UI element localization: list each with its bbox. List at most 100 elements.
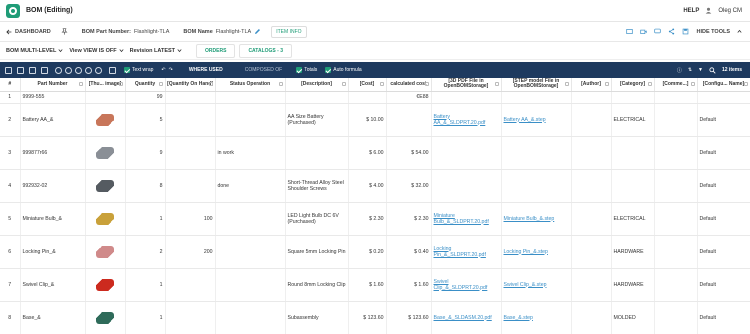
cell-num[interactable]: 5 <box>0 202 21 236</box>
cell-onhand[interactable] <box>165 136 216 170</box>
cell-part[interactable]: Locking Pin_& <box>20 235 86 269</box>
format-icon[interactable] <box>109 66 116 74</box>
cell-value[interactable]: Miniature Bulb_&.step <box>504 216 555 222</box>
cell-calc[interactable]: $ 1.60 <box>386 268 432 302</box>
cell-calc[interactable]: $ 0.40 <box>386 235 432 269</box>
filter-icon[interactable]: ▼ <box>698 67 703 73</box>
cell-part[interactable]: Miniature Bulb_& <box>20 202 86 236</box>
cell-cost[interactable]: $ 6.00 <box>348 136 387 170</box>
cell-onhand[interactable]: 200 <box>165 235 216 269</box>
cell-part[interactable]: 9999-555 <box>20 91 86 104</box>
cell-comment[interactable] <box>654 235 698 269</box>
column-menu-icon[interactable] <box>604 82 609 86</box>
cell-status[interactable] <box>215 202 286 236</box>
table-row[interactable]: 7 Swivel Clip_& 1 Round 8mm Locking Clip $ 1… <box>0 268 750 302</box>
cell-pdf[interactable]: Miniature Bulb_&_SLDPRT.20.pdf <box>431 202 502 236</box>
column-header[interactable]: [Comme...] <box>654 78 698 92</box>
cell-config[interactable]: Default <box>697 301 750 334</box>
revision-select[interactable]: Revision LATEST <box>130 48 175 54</box>
cell-config[interactable]: Default <box>697 268 750 302</box>
where-used-button[interactable]: WHERE USED <box>183 65 229 75</box>
cell-config[interactable]: Default <box>697 169 750 203</box>
cell-comment[interactable] <box>654 202 698 236</box>
cell-comment[interactable] <box>654 169 698 203</box>
cell-category[interactable]: MOLDED <box>611 301 655 334</box>
cell-step[interactable]: Battery AA_&.step <box>501 103 572 137</box>
thumbnail-cell[interactable] <box>85 136 126 170</box>
cell-qty[interactable]: 99 <box>125 91 166 104</box>
cell-config[interactable]: Default <box>697 103 750 137</box>
bom-type-select[interactable]: BOM MULTI-LEVEL <box>6 48 56 54</box>
cell-part[interactable]: Swivel Clip_& <box>20 268 86 302</box>
cell-desc[interactable]: Short-Thread Alloy Steel Shoulder Screws <box>285 169 349 203</box>
cell-calc[interactable]: $ 123.60 <box>386 301 432 334</box>
cell-value[interactable]: Locking Pin_&_SLDPRT.20.pdf <box>434 246 486 258</box>
cell-category[interactable] <box>611 91 655 104</box>
cell-category[interactable]: HARDWARE <box>611 268 655 302</box>
cell-calc[interactable]: €E88 <box>386 91 432 104</box>
cell-status[interactable] <box>215 103 286 137</box>
cell-pdf[interactable]: Swivel Clip_&_SLDPRT.20.pdf <box>431 268 502 302</box>
cell-value[interactable]: Battery AA_&.step <box>504 117 546 123</box>
cell-desc[interactable]: Square 5mm Locking Pin <box>285 235 349 269</box>
cell-author[interactable] <box>571 268 612 302</box>
cell-author[interactable] <box>571 235 612 269</box>
cell-part[interactable]: 992932-02 <box>20 169 86 203</box>
add-icon[interactable] <box>55 66 62 74</box>
cell-value[interactable]: Swivel Clip_&_SLDPRT.20.pdf <box>434 279 488 291</box>
openbom-logo[interactable] <box>6 3 20 18</box>
cell-onhand[interactable]: 100 <box>165 202 216 236</box>
cell-config[interactable] <box>697 91 750 104</box>
table-row[interactable]: 8 Base_& 1 Subassembly $ 123.60 $ 123.60 Base_… <box>0 301 750 334</box>
cell-cost[interactable]: $ 2.30 <box>348 202 387 236</box>
thumbnail-cell[interactable] <box>85 169 126 203</box>
text-wrap-checkbox[interactable] <box>124 67 130 73</box>
cell-calc[interactable]: $ 32.00 <box>386 169 432 203</box>
composed-of-button[interactable]: COMPOSED OF <box>239 65 289 75</box>
column-header[interactable]: [3D PDF File in OpenBOMStorage] <box>431 78 502 92</box>
cell-step[interactable] <box>501 169 572 203</box>
column-header[interactable]: [Author] <box>571 78 612 92</box>
comment-icon[interactable] <box>654 28 662 35</box>
paste-icon[interactable] <box>85 66 92 74</box>
auto-formula-toggle[interactable]: Auto formula <box>325 67 362 73</box>
column-menu-icon[interactable] <box>78 82 83 86</box>
cell-comment[interactable] <box>654 91 698 104</box>
thumbnail-cell[interactable] <box>85 103 126 137</box>
cell-value[interactable]: Base_&.step <box>504 315 533 321</box>
cell-num[interactable]: 8 <box>0 301 21 334</box>
column-menu-icon[interactable] <box>118 82 123 86</box>
help-menu[interactable]: HELP <box>683 8 699 14</box>
cell-onhand[interactable] <box>165 103 216 137</box>
column-header[interactable]: [Quantity On Hand] <box>165 78 216 92</box>
cell-cost[interactable]: $ 4.00 <box>348 169 387 203</box>
cell-status[interactable] <box>215 268 286 302</box>
column-header[interactable]: Quantity <box>125 78 166 92</box>
column-menu-icon[interactable] <box>647 82 652 86</box>
cell-qty[interactable]: 1 <box>125 202 166 236</box>
cell-calc[interactable] <box>386 103 432 137</box>
item-info-button[interactable]: ITEM INFO <box>271 25 307 38</box>
user-menu[interactable]: Oleg CM <box>718 8 742 14</box>
table-row[interactable]: 3 999877r66 9 in work $ 6.00 $ 54.00 Default <box>0 136 750 170</box>
column-menu-icon[interactable] <box>379 82 384 86</box>
cell-status[interactable]: done <box>215 169 286 203</box>
thumbnail-cell[interactable] <box>85 268 126 302</box>
sort-icon[interactable]: ⇅ <box>688 67 692 73</box>
edit-pencil-icon[interactable] <box>254 28 261 35</box>
share-icon[interactable] <box>668 28 675 35</box>
cell-comment[interactable] <box>654 103 698 137</box>
column-header[interactable]: [Category] <box>611 78 655 92</box>
cell-part[interactable]: Base_& <box>20 301 86 334</box>
cell-num[interactable]: 1 <box>0 91 21 104</box>
cell-num[interactable]: 4 <box>0 169 21 203</box>
grid-view-icon[interactable] <box>5 66 12 74</box>
cell-status[interactable] <box>215 91 286 104</box>
cell-author[interactable] <box>571 202 612 236</box>
columns-icon[interactable] <box>29 66 36 74</box>
cell-comment[interactable] <box>654 268 698 302</box>
table-row[interactable]: 5 Miniature Bulb_& 1 100 LED Light Bulb DC 6… <box>0 202 750 236</box>
cell-cost[interactable]: $ 0.20 <box>348 235 387 269</box>
column-menu-icon[interactable] <box>743 82 748 86</box>
cell-calc[interactable]: $ 54.00 <box>386 136 432 170</box>
